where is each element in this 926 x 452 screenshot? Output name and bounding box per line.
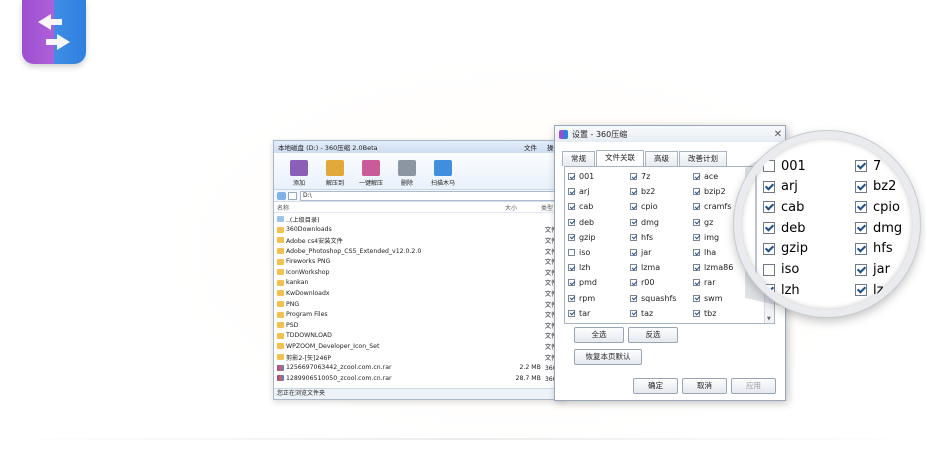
magnified-format-item: bz2 <box>855 177 896 197</box>
checkbox <box>855 201 867 214</box>
magnified-format-item: lzh <box>763 280 800 300</box>
format-label: 7 <box>873 158 882 174</box>
magnified-format-item: iso <box>763 260 799 280</box>
format-label: cpio <box>873 199 900 215</box>
magnified-format-item: cpio <box>855 197 900 217</box>
format-label: iso <box>781 262 800 277</box>
checkbox <box>855 222 867 235</box>
magnified-format-item: deb <box>763 218 806 238</box>
format-label: hfs <box>873 241 893 257</box>
checkbox <box>855 263 867 276</box>
format-label: deb <box>781 220 806 236</box>
checkbox <box>763 222 775 235</box>
magnified-format-item: jar <box>855 260 890 280</box>
panel-edge <box>755 138 757 310</box>
magnified-formats: 001 arj cab deb gzip iso lzh 7 bz2 cpio dmg hfs jar l… <box>741 138 913 310</box>
format-label: 001 <box>781 158 806 174</box>
format-label: bz2 <box>873 179 897 195</box>
magnified-format-item: cab <box>763 197 804 217</box>
checkbox <box>763 263 775 276</box>
magnified-format-item: hfs <box>855 239 893 259</box>
format-label: gzip <box>781 241 808 257</box>
checkbox <box>855 284 867 297</box>
checkbox <box>763 242 775 255</box>
checkbox <box>763 160 775 172</box>
checkbox <box>855 242 867 255</box>
checkbox <box>763 201 775 214</box>
format-label: arj <box>781 179 798 195</box>
magnified-format-item: arj <box>763 177 798 197</box>
checkbox <box>763 180 775 193</box>
format-label: jar <box>873 262 890 277</box>
magnifier-lens: 001 arj cab deb gzip iso lzh 7 bz2 cpio dmg hfs jar l… <box>734 131 920 317</box>
format-label: cab <box>781 199 805 215</box>
checkbox <box>855 180 867 193</box>
format-label: lzh <box>781 282 800 298</box>
format-label: lz <box>873 282 884 298</box>
checkbox <box>855 160 867 172</box>
format-label: dmg <box>873 220 903 236</box>
magnified-format-item: 001 <box>763 156 806 176</box>
magnified-format-item: dmg <box>855 218 902 238</box>
magnified-format-item: gzip <box>763 239 808 259</box>
checkbox <box>763 284 775 297</box>
magnified-format-item: 7 <box>855 156 881 176</box>
magnified-format-item: lz <box>855 280 883 300</box>
